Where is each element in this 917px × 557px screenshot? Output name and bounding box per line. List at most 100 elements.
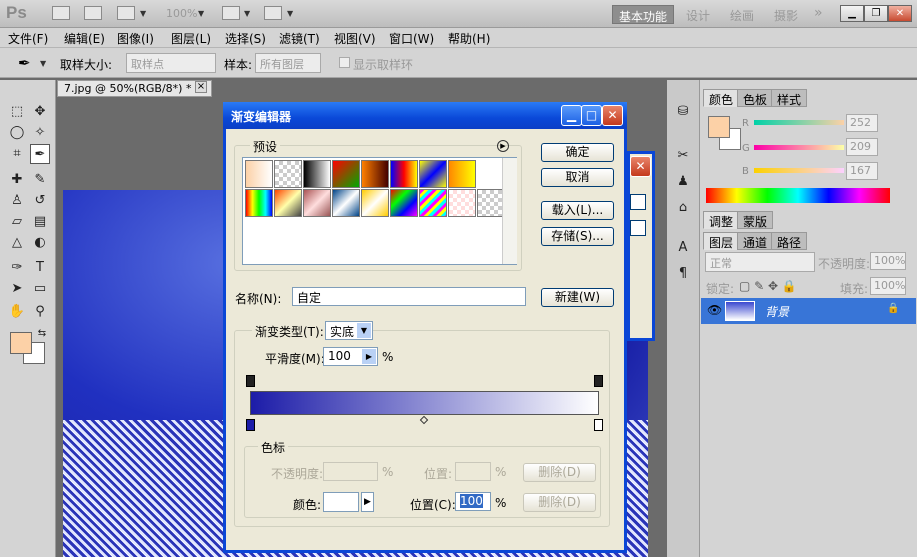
- foreground-color-swatch[interactable]: [10, 332, 32, 354]
- preset-swatch[interactable]: [361, 189, 389, 217]
- stop-color-swatch[interactable]: [323, 492, 359, 512]
- preset-swatch[interactable]: [477, 189, 505, 217]
- menu-filter[interactable]: 滤镜(T): [279, 30, 320, 47]
- smoothness-field[interactable]: 100 ▶: [323, 347, 378, 366]
- layer-name[interactable]: 背景: [765, 303, 789, 320]
- more-workspaces-button[interactable]: »: [808, 5, 829, 24]
- menu-file[interactable]: 文件(F): [8, 30, 48, 47]
- channel-g-slider[interactable]: [754, 145, 844, 150]
- channel-b-slider[interactable]: [754, 168, 844, 173]
- save-button[interactable]: 存储(S)...: [541, 227, 614, 246]
- chevron-down-icon[interactable]: ▼: [244, 9, 250, 18]
- background-dialog-close-icon[interactable]: ✕: [630, 156, 651, 177]
- dodge-tool-icon[interactable]: ◐: [30, 233, 50, 253]
- chevron-right-icon[interactable]: ▶: [362, 349, 376, 364]
- color-stop-left[interactable]: [246, 419, 255, 431]
- preset-swatch[interactable]: [303, 189, 331, 217]
- preset-swatch[interactable]: [448, 160, 476, 188]
- background-dialog-button[interactable]: [630, 194, 646, 210]
- paragraph-panel-icon[interactable]: ¶: [673, 264, 693, 284]
- sample-size-select[interactable]: 取样点: [126, 53, 216, 73]
- workspace-design[interactable]: 设计: [680, 5, 716, 24]
- lasso-tool-icon[interactable]: ◯: [7, 123, 27, 143]
- document-tab[interactable]: 7.jpg @ 50%(RGB/8*) * ×: [57, 80, 212, 97]
- menu-view[interactable]: 视图(V): [334, 30, 376, 47]
- presets-menu-icon[interactable]: ▶: [497, 140, 509, 152]
- opacity-stop-left[interactable]: [246, 375, 255, 387]
- opacity-stop-right[interactable]: [594, 375, 603, 387]
- view-extras-icon[interactable]: [117, 6, 135, 20]
- zoom-tool-icon[interactable]: ⚲: [30, 302, 50, 322]
- dialog-close-icon[interactable]: ✕: [602, 105, 623, 126]
- menu-window[interactable]: 窗口(W): [389, 30, 434, 47]
- preset-swatch[interactable]: [448, 189, 476, 217]
- load-button[interactable]: 载入(L)...: [541, 201, 614, 220]
- blur-tool-icon[interactable]: △: [7, 233, 27, 253]
- preset-swatch[interactable]: [361, 160, 389, 188]
- preset-swatch[interactable]: [419, 189, 447, 217]
- close-button[interactable]: ✕: [888, 5, 912, 22]
- workspace-photography[interactable]: 摄影: [768, 5, 804, 24]
- menu-help[interactable]: 帮助(H): [448, 30, 490, 47]
- new-button[interactable]: 新建(W): [541, 288, 614, 307]
- zoom-level[interactable]: 100%: [166, 7, 197, 20]
- delete-opacity-stop-button[interactable]: 删除(D): [523, 463, 596, 482]
- name-field[interactable]: 自定: [292, 287, 526, 306]
- workspace-essentials[interactable]: 基本功能: [612, 5, 675, 24]
- preset-swatch[interactable]: [419, 160, 447, 188]
- history-panel-icon[interactable]: ⛁: [673, 102, 693, 122]
- shape-tool-icon[interactable]: ▭: [30, 279, 50, 299]
- preset-swatch[interactable]: [274, 160, 302, 188]
- eyedropper-icon[interactable]: ✒: [18, 54, 31, 72]
- screen-mode-icon[interactable]: [264, 6, 282, 20]
- preset-swatch[interactable]: [390, 189, 418, 217]
- history-brush-icon[interactable]: ↺: [30, 191, 50, 211]
- tab-swatches[interactable]: 色板: [737, 89, 774, 107]
- document-close-icon[interactable]: ×: [195, 81, 207, 93]
- chevron-down-icon[interactable]: ▼: [198, 9, 204, 18]
- preset-swatch[interactable]: [245, 189, 273, 217]
- blend-mode-select[interactable]: 正常: [705, 252, 815, 272]
- color-spectrum-bar[interactable]: [706, 188, 890, 203]
- delete-color-stop-button[interactable]: 删除(D): [523, 493, 596, 512]
- dialog-maximize-icon[interactable]: □: [581, 105, 602, 126]
- chevron-down-icon[interactable]: ▼: [140, 9, 146, 18]
- healing-brush-icon[interactable]: ✚: [7, 170, 27, 190]
- stamp-panel-icon[interactable]: ⌂: [673, 198, 693, 218]
- bridge-icon[interactable]: [52, 6, 70, 20]
- crop-tool-icon[interactable]: ⌗: [7, 144, 27, 164]
- brush-tool-icon[interactable]: ✎: [30, 170, 50, 190]
- tab-adjustments[interactable]: 调整: [703, 211, 740, 229]
- tab-styles[interactable]: 样式: [771, 89, 808, 107]
- channel-r-slider[interactable]: [754, 120, 844, 125]
- path-selection-icon[interactable]: ➤: [7, 279, 27, 299]
- channel-g-value[interactable]: 209: [846, 138, 878, 156]
- move-tool-icon[interactable]: ✥: [30, 102, 50, 122]
- eyedropper-tool-icon[interactable]: ✒: [30, 144, 50, 164]
- preset-swatch[interactable]: [332, 189, 360, 217]
- eraser-tool-icon[interactable]: ▱: [7, 212, 27, 232]
- arrange-documents-icon[interactable]: [222, 6, 240, 20]
- stop-location-field[interactable]: [455, 462, 491, 481]
- chevron-down-icon[interactable]: ▼: [357, 323, 371, 338]
- sample-select[interactable]: 所有图层: [255, 53, 321, 73]
- gradient-preview-bar[interactable]: [250, 391, 599, 415]
- magic-wand-icon[interactable]: ✧: [30, 123, 50, 143]
- tab-channels[interactable]: 通道: [737, 232, 774, 250]
- clone-stamp-icon[interactable]: ♙: [7, 191, 27, 211]
- workspace-painting[interactable]: 绘画: [724, 5, 760, 24]
- channel-r-value[interactable]: 252: [846, 114, 878, 132]
- ok-button[interactable]: 确定: [541, 143, 614, 162]
- show-ring-checkbox[interactable]: [339, 57, 350, 68]
- color-stop-right[interactable]: [594, 419, 603, 431]
- tab-color[interactable]: 颜色: [703, 89, 740, 107]
- visibility-eye-icon[interactable]: 👁: [707, 303, 722, 317]
- character-panel-icon[interactable]: A: [673, 238, 693, 258]
- pen-tool-icon[interactable]: ✑: [7, 258, 27, 278]
- cancel-button[interactable]: 取消: [541, 168, 614, 187]
- swap-colors-icon[interactable]: ⇆: [32, 324, 52, 344]
- type-tool-icon[interactable]: T: [30, 258, 50, 278]
- tab-layers[interactable]: 图层: [703, 232, 740, 250]
- preset-swatch[interactable]: [332, 160, 360, 188]
- marquee-tool-icon[interactable]: ⬚: [7, 102, 27, 122]
